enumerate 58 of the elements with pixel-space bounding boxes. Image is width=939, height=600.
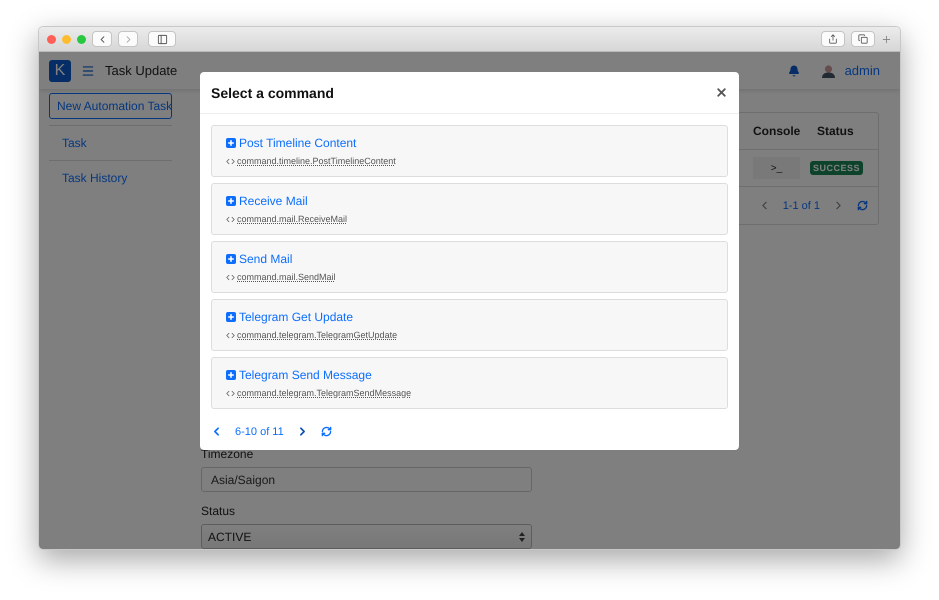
command-name[interactable]: Telegram Send Message [226, 368, 713, 382]
code-icon [226, 272, 235, 282]
status-badge: SUCCESS [810, 161, 864, 175]
refresh-icon[interactable] [320, 426, 332, 437]
code-icon [226, 156, 235, 166]
share-button[interactable] [821, 31, 845, 47]
new-tab-icon[interactable] [881, 34, 892, 44]
updown-arrows-icon [519, 532, 525, 542]
app-logo: K [49, 60, 71, 82]
plus-square-icon [226, 254, 236, 264]
command-card[interactable]: Send Mail command.mail.SendMail [211, 241, 728, 293]
page-range: 1-1 of 1 [782, 200, 820, 212]
sidebar-item[interactable]: Task [49, 125, 172, 160]
back-button[interactable] [92, 31, 112, 47]
share-icon [828, 34, 838, 44]
sidebar-item[interactable]: Task History [49, 160, 172, 195]
code-icon [226, 214, 235, 224]
close-icon[interactable] [715, 86, 728, 99]
plus-square-icon [226, 138, 236, 148]
command-class: command.mail.ReceiveMail [237, 214, 348, 224]
tabs-icon [858, 34, 868, 44]
field-label: Status [201, 504, 236, 518]
command-class: command.telegram.TelegramSendMessage [237, 388, 412, 398]
avatar-icon[interactable] [822, 64, 835, 78]
code-icon [226, 330, 235, 340]
command-name[interactable]: Post Timeline Content [226, 136, 713, 150]
menu-icon[interactable] [81, 64, 95, 78]
new-task-button[interactable]: New Automation Task [49, 93, 172, 119]
command-class: command.mail.SendMail [237, 272, 336, 282]
refresh-icon[interactable] [857, 200, 868, 211]
command-class: command.telegram.TelegramGetUpdate [237, 330, 398, 340]
command-card[interactable]: Telegram Get Update command.telegram.TelegramGetUpdate [211, 299, 728, 351]
command-card[interactable]: Post Timeline Content command.timeline.PostTimelineContent [211, 125, 728, 177]
tabs-button[interactable] [851, 31, 875, 47]
page-range: 6-10 of 11 [235, 426, 284, 438]
user-link[interactable]: admin [844, 63, 880, 78]
plus-square-icon [226, 312, 236, 322]
input-field[interactable]: Asia/Saigon [201, 467, 532, 492]
column-header: Status [817, 124, 855, 138]
plus-square-icon [226, 370, 236, 380]
console-button[interactable]: >_ [753, 157, 800, 179]
page-title: Task Update [105, 63, 178, 78]
command-card[interactable]: Telegram Send Message command.telegram.TelegramSendMessage [211, 357, 728, 409]
close-light[interactable] [47, 34, 56, 44]
command-name[interactable]: Telegram Get Update [226, 310, 713, 324]
dialog-title: Select a command [211, 84, 334, 100]
bell-icon[interactable] [788, 64, 800, 76]
code-icon [226, 388, 235, 398]
field-label: Timezone [201, 447, 254, 461]
command-card[interactable]: Receive Mail command.mail.ReceiveMail [211, 183, 728, 235]
status-select[interactable]: ACTIVE [201, 524, 532, 549]
plus-square-icon [226, 196, 236, 206]
sidebar-button[interactable] [148, 31, 176, 47]
sidebar-icon [156, 34, 168, 44]
command-class: command.timeline.PostTimelineContent [237, 156, 396, 166]
command-name[interactable]: Receive Mail [226, 194, 713, 208]
column-header: Console [753, 124, 802, 138]
command-name[interactable]: Send Mail [226, 252, 713, 266]
